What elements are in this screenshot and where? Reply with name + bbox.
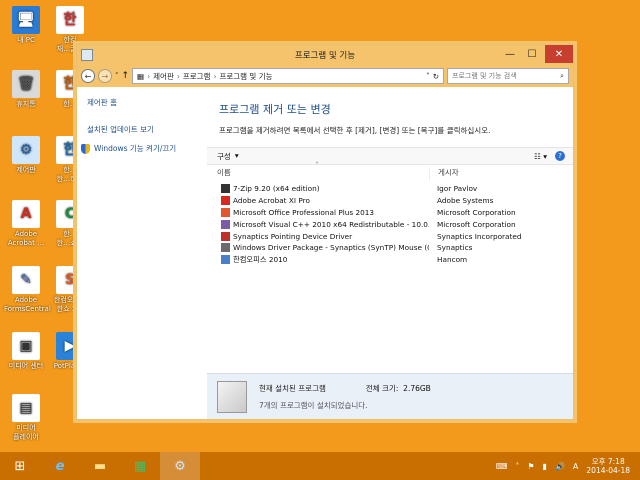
- total-size: 전체 크기: 2.76GB: [365, 383, 431, 393]
- media-player-icon: ▤: [12, 394, 40, 422]
- file-explorer-icon[interactable]: ▬: [80, 452, 120, 480]
- desktop-icon-recycle-bin[interactable]: 🗑 휴지통: [4, 70, 48, 109]
- taskbar: ⊞ e ▬ ▦ ⚙ ⌨ ˄ ⚑ ▮ 🔊 A 오후 7:18 2014-04-18: [0, 452, 640, 480]
- desktop-icon-media-player[interactable]: ▤ 미디어 플레이어: [4, 394, 48, 442]
- program-name: Adobe Acrobat XI Pro: [207, 196, 429, 206]
- breadcrumb-control-panel[interactable]: 제어판: [153, 71, 174, 82]
- recycle-bin-icon: 🗑: [12, 70, 40, 98]
- desktop-icon-my-pc[interactable]: 🖥 내 PC: [4, 6, 48, 45]
- title-bar[interactable]: 프로그램 및 기능 — ☐ ✕: [77, 45, 573, 65]
- program-name: Microsoft Visual C++ 2010 x64 Redistribu…: [207, 219, 429, 229]
- internet-explorer-icon[interactable]: e: [40, 452, 80, 480]
- search-input[interactable]: 프로그램 및 기능 검색 ⌕: [447, 68, 569, 84]
- view-installed-updates-link[interactable]: 설치된 업데이트 보기: [87, 124, 207, 135]
- details-label: 현재 설치된 프로그램: [259, 383, 326, 393]
- chevron-down-icon: ▾: [234, 150, 239, 160]
- up-button[interactable]: ↑: [122, 71, 130, 81]
- address-bar-row: ← → ˅ ↑ ▦ › 제어판 › 프로그램 › 프로그램 및 기능 ˅ ↻ 프…: [77, 65, 573, 87]
- program-row[interactable]: Synaptics Pointing Device Driver Synaptic…: [207, 230, 573, 242]
- program-icon: [221, 255, 230, 265]
- refresh-icon[interactable]: ↻: [433, 72, 439, 81]
- program-row[interactable]: Adobe Acrobat XI Pro Adobe Systems: [207, 195, 573, 207]
- media-center-icon: ▣: [12, 332, 40, 360]
- computer-icon: 🖥: [12, 6, 40, 34]
- store-icon[interactable]: ▦: [120, 452, 160, 480]
- program-name: 7-Zip 9.20 (x64 edition): [207, 184, 429, 194]
- left-pane: 제어판 홈 설치된 업데이트 보기 Windows 기능 켜기/끄기: [77, 87, 207, 419]
- search-icon[interactable]: ⌕: [560, 72, 564, 81]
- program-icon: [221, 231, 230, 241]
- program-publisher: Synaptics Incorporated: [437, 231, 522, 241]
- desktop-icon-media-center[interactable]: ▣ 미디어 센터: [4, 332, 48, 371]
- program-icon: [221, 196, 230, 206]
- breadcrumb-programs-features[interactable]: 프로그램 및 기능: [219, 71, 272, 82]
- details-pane: 현재 설치된 프로그램 전체 크기: 2.76GB 7개의 프로그램이 설치되었…: [207, 373, 573, 419]
- program-row[interactable]: 한컴오피스 2010 Hancom: [207, 254, 573, 266]
- program-publisher: Hancom: [437, 255, 468, 265]
- system-tray: ⌨ ˄ ⚑ ▮ 🔊 A 오후 7:18 2014-04-18: [496, 457, 640, 475]
- help-icon[interactable]: ?: [555, 151, 565, 161]
- program-name: Synaptics Pointing Device Driver: [207, 231, 429, 241]
- program-publisher: Adobe Systems: [437, 196, 494, 206]
- clock[interactable]: 오후 7:18 2014-04-18: [586, 457, 630, 475]
- address-box[interactable]: ▦ › 제어판 › 프로그램 › 프로그램 및 기능 ˅ ↻: [132, 68, 444, 84]
- main-pane: 프로그램 제거 또는 변경 프로그램을 제거하려면 목록에서 선택한 후 [제거…: [207, 87, 573, 419]
- program-name: Microsoft Office Professional Plus 2013: [207, 207, 429, 217]
- windows-features-link[interactable]: Windows 기능 켜기/끄기: [81, 143, 207, 154]
- minimize-button[interactable]: —: [499, 45, 521, 63]
- page-heading: 프로그램 제거 또는 변경: [219, 103, 331, 116]
- breadcrumb-programs[interactable]: 프로그램: [183, 71, 211, 82]
- network-icon[interactable]: ▮: [543, 462, 547, 471]
- installed-programs-icon: [217, 380, 247, 413]
- program-row[interactable]: 7-Zip 9.20 (x64 edition) Igor Pavlov: [207, 183, 573, 195]
- column-header-publisher[interactable]: 게시자: [429, 167, 573, 181]
- show-hidden-icons-icon[interactable]: ˄: [515, 462, 519, 471]
- program-row[interactable]: Windows Driver Package - Synaptics (SynT…: [207, 242, 573, 254]
- organize-button[interactable]: 구성 ▾: [217, 151, 239, 162]
- back-button[interactable]: ←: [81, 69, 95, 83]
- program-publisher: Igor Pavlov: [437, 184, 478, 194]
- desktop-icon-adobe-formscentral[interactable]: ✎ Adobe FormsCentral: [4, 266, 51, 314]
- shield-icon: [81, 143, 90, 154]
- control-panel-home-link[interactable]: 제어판 홈: [87, 97, 207, 108]
- start-button[interactable]: ⊞: [0, 452, 40, 480]
- touch-keyboard-icon[interactable]: ⌨: [496, 462, 508, 471]
- column-header-name[interactable]: 이름: [207, 161, 429, 181]
- action-center-icon[interactable]: ⚑: [527, 462, 534, 471]
- program-icon: [221, 243, 230, 253]
- program-icon: [221, 184, 230, 194]
- input-language[interactable]: A: [573, 462, 578, 471]
- recent-pages-chevron-icon[interactable]: ˅: [115, 72, 119, 80]
- program-publisher: Synaptics: [437, 243, 473, 253]
- maximize-button[interactable]: ☐: [521, 45, 543, 63]
- control-panel-icon: ⚙: [12, 136, 40, 164]
- close-button[interactable]: ✕: [545, 45, 573, 63]
- desktop-icon-control-panel[interactable]: ⚙ 제어판: [4, 136, 48, 175]
- command-bar: 구성 ▾ ☷ ▾ ?: [207, 147, 573, 165]
- control-panel-taskbar-icon[interactable]: ⚙: [160, 452, 200, 480]
- program-name: Windows Driver Package - Synaptics (SynT…: [207, 243, 429, 253]
- program-publisher: Microsoft Corporation: [437, 207, 516, 217]
- program-row[interactable]: Microsoft Visual C++ 2010 x64 Redistribu…: [207, 218, 573, 230]
- adobe-acrobat-icon: A: [12, 200, 40, 228]
- program-icon: [221, 207, 230, 217]
- view-options-icon[interactable]: ☷ ▾: [534, 152, 547, 161]
- programs-and-features-window: 프로그램 및 기능 — ☐ ✕ ← → ˅ ↑ ▦ › 제어판 › 프로그램 ›…: [76, 44, 574, 420]
- program-count: 7개의 프로그램이 설치되었습니다.: [259, 400, 368, 410]
- program-publisher: Microsoft Corporation: [437, 219, 516, 229]
- desktop-icon-adobe-acrobat[interactable]: A Adobe Acrobat …: [4, 200, 48, 248]
- page-instructions: 프로그램을 제거하려면 목록에서 선택한 후 [제거], [변경] 또는 [복구…: [219, 126, 491, 135]
- adobe-formscentral-icon: ✎: [12, 266, 40, 294]
- volume-icon[interactable]: 🔊: [555, 462, 565, 471]
- program-row[interactable]: Microsoft Office Professional Plus 2013 M…: [207, 207, 573, 219]
- hancom-word-icon: 한: [56, 6, 84, 34]
- folder-icon: ▦: [137, 71, 145, 81]
- program-name: 한컴오피스 2010: [207, 255, 429, 265]
- program-list: 7-Zip 9.20 (x64 edition) Igor Pavlov Adobe…: [207, 183, 573, 266]
- program-icon: [221, 219, 230, 229]
- address-dropdown-icon[interactable]: ˅: [426, 72, 430, 81]
- column-headers: 이름 게시자: [207, 161, 573, 181]
- forward-button[interactable]: →: [98, 69, 112, 83]
